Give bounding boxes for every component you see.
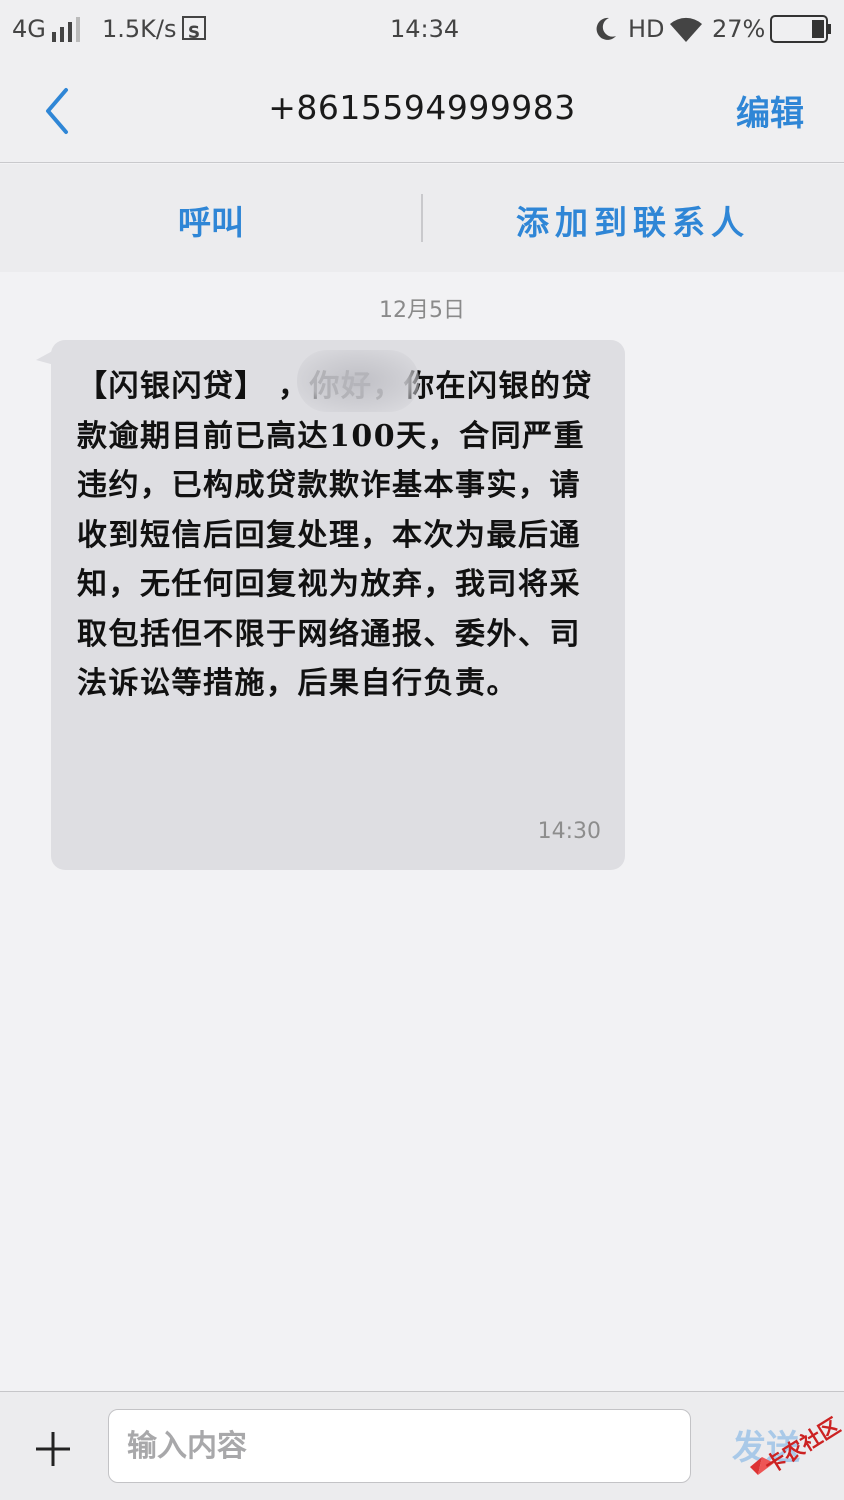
network-type: 4G xyxy=(12,15,46,43)
message-text: 【闪银闪贷】 ，你好，你在闪银的贷款逾期目前已高达100天，合同严重违约，已构成… xyxy=(77,369,593,701)
redacted-name-blur xyxy=(297,350,419,412)
battery-percent: 27% xyxy=(712,15,766,43)
plus-button[interactable] xyxy=(34,1430,72,1468)
message-time: 14:30 xyxy=(537,819,601,844)
call-button[interactable]: 呼叫 xyxy=(0,196,422,244)
date-separator: 12月5日 xyxy=(379,298,465,323)
network-speed: 1.5K/s xyxy=(102,15,177,43)
nav-bar: +8615594999983 编辑 xyxy=(0,58,844,163)
contact-actions: 呼叫 添加到联系人 xyxy=(0,164,844,272)
wifi-icon xyxy=(670,17,702,42)
battery-icon xyxy=(770,15,831,43)
moon-icon xyxy=(596,17,616,40)
message-input[interactable] xyxy=(108,1409,691,1483)
sim-icon: S xyxy=(182,16,206,43)
contact-number: +8615594999983 xyxy=(268,88,576,127)
plus-icon xyxy=(36,1432,70,1466)
message-bubble[interactable]: 【闪银闪贷】 ，你好，你在闪银的贷款逾期目前已高达100天，合同严重违约，已构成… xyxy=(51,340,625,870)
clock: 14:34 xyxy=(390,15,460,43)
hd-indicator: HD xyxy=(628,15,665,43)
composer-bar: 发送 xyxy=(0,1391,844,1500)
status-bar: 4G 1.5K/s S 14:34 HD 27% xyxy=(0,0,844,58)
edit-button[interactable]: 编辑 xyxy=(736,86,804,135)
add-to-contacts-button[interactable]: 添加到联系人 xyxy=(422,196,844,244)
signal-icon xyxy=(52,17,80,42)
